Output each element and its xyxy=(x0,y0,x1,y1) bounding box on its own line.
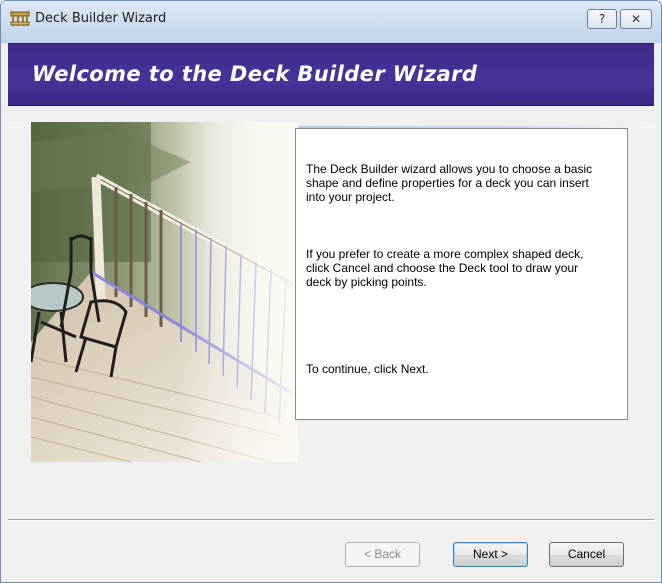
dialog-window: Deck Builder Wizard ? ✕ Welcome to the D… xyxy=(0,0,662,583)
cancel-hint-paragraph: If you prefer to create a more complex s… xyxy=(306,247,584,289)
help-icon: ? xyxy=(598,12,606,26)
intro-paragraph: The Deck Builder wizard allows you to ch… xyxy=(306,162,593,204)
deck-illustration xyxy=(31,122,298,462)
welcome-banner: Welcome to the Deck Builder Wizard xyxy=(8,43,654,106)
back-button[interactable]: < Back xyxy=(345,542,420,567)
info-panel: The Deck Builder wizard allows you to ch… xyxy=(295,128,628,420)
deck-app-icon xyxy=(10,11,30,26)
bottom-divider xyxy=(8,519,654,521)
close-icon: ✕ xyxy=(630,12,642,26)
next-button[interactable]: Next > xyxy=(453,542,528,567)
close-button[interactable]: ✕ xyxy=(620,9,652,29)
banner-title: Welcome to the Deck Builder Wizard xyxy=(32,62,478,86)
continue-hint-paragraph: To continue, click Next. xyxy=(306,362,429,376)
wizard-body: The Deck Builder wizard allows you to ch… xyxy=(8,106,654,576)
title-bar[interactable]: Deck Builder Wizard ? ✕ xyxy=(1,1,661,43)
cancel-button[interactable]: Cancel xyxy=(549,542,624,567)
help-button[interactable]: ? xyxy=(587,9,617,29)
window-title: Deck Builder Wizard xyxy=(35,11,167,26)
